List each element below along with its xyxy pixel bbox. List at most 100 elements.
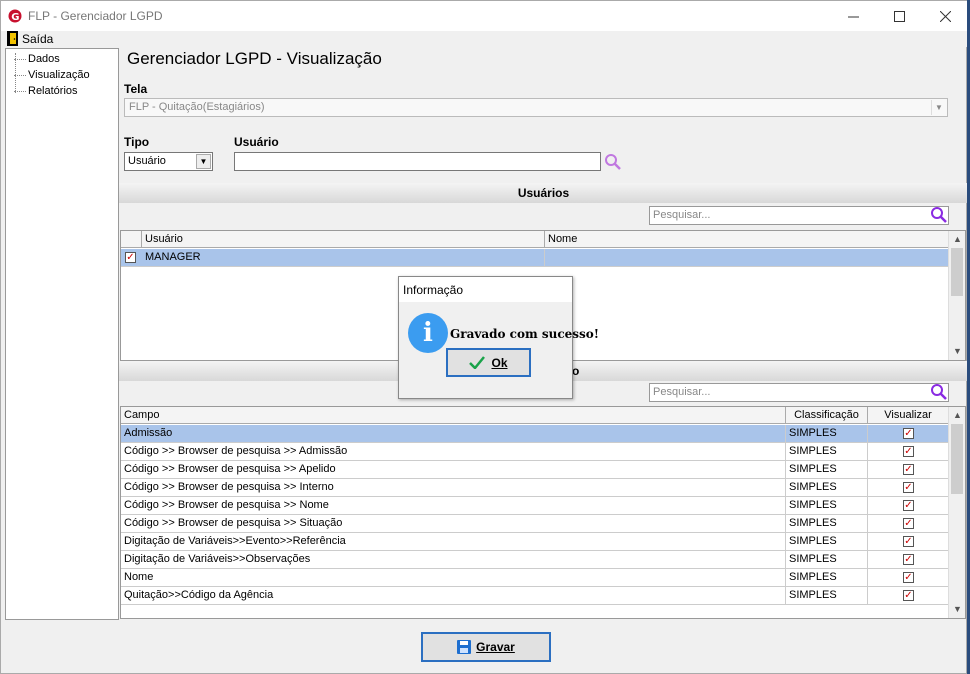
table-row[interactable]: Admissão SIMPLES ✓	[121, 425, 949, 443]
cell-classificacao: SIMPLES	[786, 587, 868, 604]
table-row[interactable]: Código >> Browser de pesquisa >> Situaçã…	[121, 515, 949, 533]
table-row[interactable]: Quitação>>Código da Agência SIMPLES ✓	[121, 587, 949, 605]
table-row[interactable]: Digitação de Variáveis>>Observações SIMP…	[121, 551, 949, 569]
ok-button[interactable]: Ok	[446, 348, 531, 377]
visualizar-checkbox[interactable]: ✓	[903, 518, 914, 529]
page-title: Gerenciador LGPD - Visualização	[127, 49, 382, 68]
maximize-button[interactable]	[876, 1, 922, 31]
usuarios-scrollbar[interactable]: ▲ ▼	[948, 231, 965, 360]
cell-classificacao: SIMPLES	[786, 479, 868, 496]
search-icon[interactable]	[604, 153, 622, 171]
campos-scrollbar[interactable]: ▲ ▼	[948, 407, 965, 618]
column-header-usuario[interactable]: Usuário	[142, 231, 545, 248]
save-button[interactable]: Gravar	[421, 632, 551, 662]
visualizar-checkbox[interactable]: ✓	[903, 446, 914, 457]
svg-text:G: G	[11, 12, 19, 23]
search-icon[interactable]	[930, 383, 948, 401]
campos-search-input[interactable]: Pesquisar...	[649, 383, 949, 402]
menu-exit[interactable]: Saída	[22, 32, 53, 46]
tree-item-label: Dados	[28, 53, 60, 65]
column-header-campo[interactable]: Campo	[121, 407, 786, 424]
save-button-label: Gravar	[476, 640, 515, 654]
usuario-input[interactable]	[234, 152, 601, 171]
scroll-thumb[interactable]	[951, 248, 963, 296]
search-icon[interactable]	[930, 206, 948, 224]
info-icon: i	[408, 313, 448, 353]
tipo-select-value: Usuário	[128, 155, 166, 167]
app-logo-icon: G	[8, 9, 22, 23]
cell-classificacao: SIMPLES	[786, 461, 868, 478]
column-header-nome[interactable]: Nome	[545, 231, 949, 248]
dialog-title: Informação	[399, 277, 572, 302]
cell-classificacao: SIMPLES	[786, 497, 868, 514]
tree-item-visualizacao[interactable]: Visualização	[14, 69, 90, 81]
row-checkbox[interactable]: ✓	[125, 252, 136, 263]
cell-campo: Digitação de Variáveis>>Evento>>Referênc…	[121, 533, 786, 550]
floppy-disk-icon	[457, 640, 472, 654]
tipo-select[interactable]: Usuário ▼	[124, 152, 213, 171]
visualizar-checkbox[interactable]: ✓	[903, 554, 914, 565]
usuarios-search-input[interactable]: Pesquisar...	[649, 206, 949, 225]
visualizar-checkbox[interactable]: ✓	[903, 572, 914, 583]
campos-section-title: o	[572, 364, 580, 378]
tree-item-relatorios[interactable]: Relatórios	[14, 85, 78, 97]
cell-campo: Nome	[121, 569, 786, 586]
table-row[interactable]: ✓ MANAGER	[121, 249, 949, 267]
tree-branch	[14, 74, 26, 76]
cell-classificacao: SIMPLES	[786, 425, 868, 442]
table-row[interactable]: Código >> Browser de pesquisa >> Apelido…	[121, 461, 949, 479]
table-row[interactable]: Nome SIMPLES ✓	[121, 569, 949, 587]
cell-classificacao: SIMPLES	[786, 443, 868, 460]
table-row[interactable]: Digitação de Variáveis>>Evento>>Referênc…	[121, 533, 949, 551]
usuarios-section-header: Usuários	[119, 183, 968, 203]
column-header-check	[121, 231, 142, 248]
table-row[interactable]: Código >> Browser de pesquisa >> Admissã…	[121, 443, 949, 461]
scroll-down-icon[interactable]: ▼	[949, 343, 965, 360]
tree-item-dados[interactable]: Dados	[14, 53, 60, 65]
column-header-classificacao[interactable]: Classificação	[786, 407, 868, 424]
column-header-visualizar[interactable]: Visualizar	[868, 407, 949, 424]
tela-select[interactable]: FLP - Quitação(Estagiários) ▼	[124, 98, 948, 117]
title-bar: G FLP - Gerenciador LGPD	[1, 1, 968, 31]
menu-bar: Saída	[1, 31, 968, 47]
visualizar-checkbox[interactable]: ✓	[903, 500, 914, 511]
cell-campo: Código >> Browser de pesquisa >> Admissã…	[121, 443, 786, 460]
cell-campo: Digitação de Variáveis>>Observações	[121, 551, 786, 568]
cell-campo: Admissão	[121, 425, 786, 442]
visualizar-checkbox[interactable]: ✓	[903, 428, 914, 439]
tela-label: Tela	[124, 82, 148, 96]
chevron-down-icon[interactable]: ▼	[196, 154, 211, 169]
close-button[interactable]	[922, 1, 968, 31]
cell-campo: Código >> Browser de pesquisa >> Situaçã…	[121, 515, 786, 532]
visualizar-checkbox[interactable]: ✓	[903, 482, 914, 493]
scroll-down-icon[interactable]: ▼	[949, 601, 965, 618]
cell-classificacao: SIMPLES	[786, 569, 868, 586]
chevron-down-icon[interactable]: ▼	[931, 100, 946, 115]
tela-select-value: FLP - Quitação(Estagiários)	[129, 101, 265, 113]
close-icon	[939, 10, 951, 22]
visualizar-checkbox[interactable]: ✓	[903, 590, 914, 601]
info-dialog: Informação i Gravado com sucesso! Ok	[398, 276, 599, 399]
visualizar-checkbox[interactable]: ✓	[903, 464, 914, 475]
cell-classificacao: SIMPLES	[786, 515, 868, 532]
scroll-up-icon[interactable]: ▲	[949, 231, 965, 248]
cell-campo: Código >> Browser de pesquisa >> Apelido	[121, 461, 786, 478]
visualizar-checkbox[interactable]: ✓	[903, 536, 914, 547]
minimize-icon	[847, 16, 859, 17]
ok-button-label: Ok	[491, 355, 508, 370]
table-row[interactable]: Código >> Browser de pesquisa >> Interno…	[121, 479, 949, 497]
maximize-icon	[893, 10, 905, 22]
scroll-thumb[interactable]	[951, 424, 963, 494]
minimize-button[interactable]	[830, 1, 876, 31]
cell-classificacao: SIMPLES	[786, 533, 868, 550]
scroll-up-icon[interactable]: ▲	[949, 407, 965, 424]
main-window: G FLP - Gerenciador LGPD Saída Dados Vis…	[0, 0, 968, 674]
cell-classificacao: SIMPLES	[786, 551, 868, 568]
table-row[interactable]: Código >> Browser de pesquisa >> Nome SI…	[121, 497, 949, 515]
campos-grid: Campo Classificação Visualizar Admissão …	[120, 406, 966, 619]
nav-tree: Dados Visualização Relatórios	[5, 48, 119, 620]
tree-item-label: Relatórios	[28, 85, 78, 97]
cell-campo: Código >> Browser de pesquisa >> Interno	[121, 479, 786, 496]
tipo-label: Tipo	[124, 135, 150, 149]
usuario-label: Usuário	[234, 135, 279, 149]
